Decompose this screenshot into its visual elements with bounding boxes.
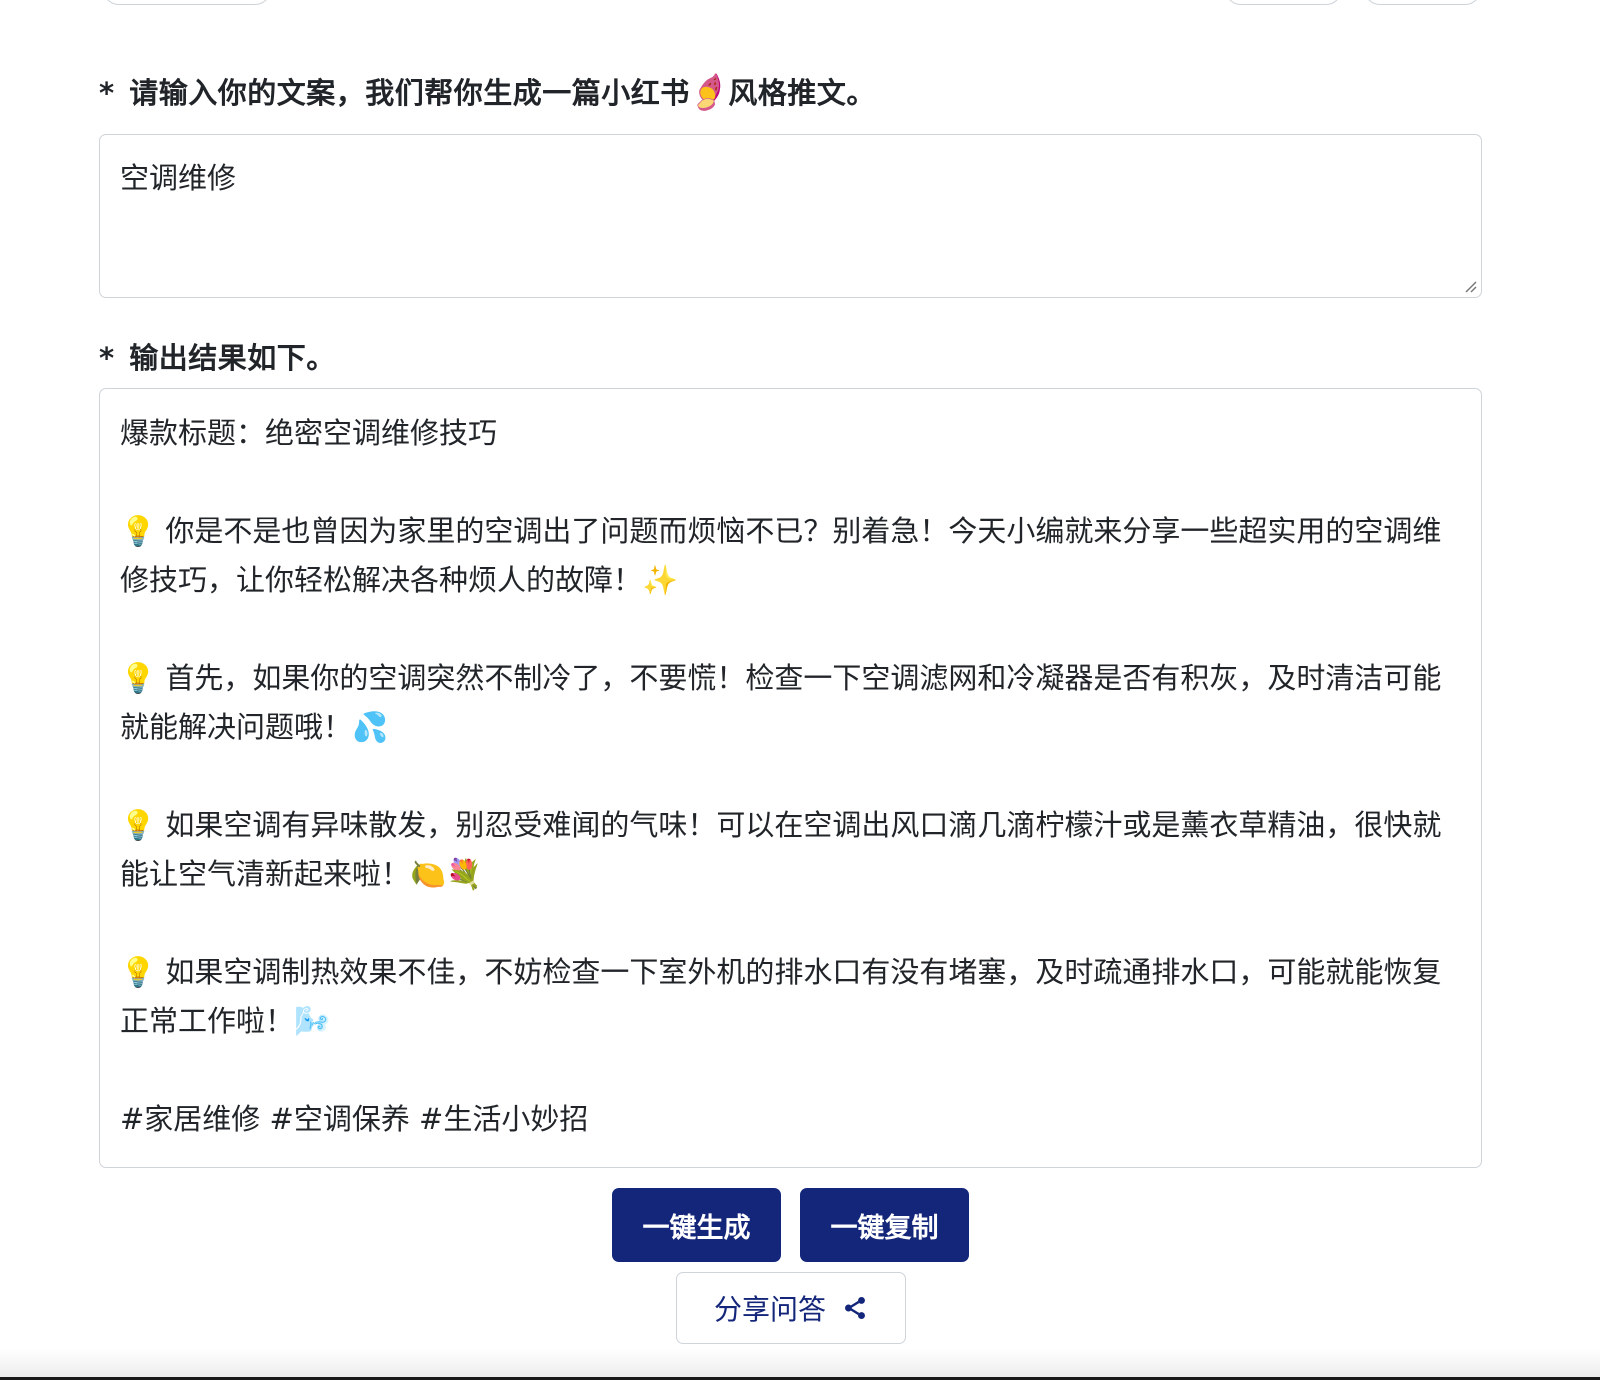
output-field-label: * 输出结果如下。 xyxy=(99,335,336,377)
output-paragraph: 💡 如果空调制热效果不佳，不妨检查一下室外机的排水口有没有堵塞，及时疏通排水口，… xyxy=(120,955,1442,1038)
output-paragraph: 💡 首先，如果你的空调突然不制冷了，不要慌！检查一下空调滤网和冷凝器是否有积灰，… xyxy=(120,661,1442,744)
page: * 请输入你的文案，我们帮你生成一篇小红书🍠风格推文。 空调维修 * 输出结果如… xyxy=(0,0,1600,1380)
required-star: * xyxy=(99,341,115,375)
top-middle-pill-button[interactable] xyxy=(1225,0,1342,5)
resize-handle-icon[interactable] xyxy=(1463,279,1477,293)
output-tags-line: #家居维修 #空调保养 #生活小妙招 xyxy=(120,1102,589,1136)
sweet-potato-emoji-icon: 🍠 xyxy=(685,70,732,116)
output-paragraph: 💡 你是不是也曾因为家里的空调出了问题而烦恼不已？别着急！今天小编就来分享一些超… xyxy=(120,514,1442,597)
input-value: 空调维修 xyxy=(120,161,237,195)
required-star: * xyxy=(99,76,115,110)
copy-input-textarea[interactable]: 空调维修 xyxy=(99,134,1482,298)
result-output-textarea[interactable]: 爆款标题：绝密空调维修技巧 💡 你是不是也曾因为家里的空调出了问题而烦恼不已？别… xyxy=(99,388,1482,1168)
output-label-text: 输出结果如下。 xyxy=(129,341,336,375)
share-qa-button[interactable]: 分享问答 xyxy=(676,1272,906,1344)
output-title-line: 爆款标题：绝密空调维修技巧 xyxy=(120,416,498,450)
top-left-pill-button[interactable] xyxy=(103,0,271,5)
top-right-pill-button[interactable] xyxy=(1364,0,1481,5)
input-field-label: * 请输入你的文案，我们帮你生成一篇小红书🍠风格推文。 xyxy=(99,70,876,115)
share-button-label: 分享问答 xyxy=(713,1293,826,1326)
input-label-text-after: 风格推文。 xyxy=(728,76,876,110)
input-label-text-before: 请输入你的文案，我们帮你生成一篇小红书 xyxy=(129,76,690,110)
share-icon xyxy=(845,1296,865,1320)
generate-button[interactable]: 一键生成 xyxy=(612,1188,781,1262)
bottom-edge-shadow xyxy=(0,1348,1600,1380)
output-paragraph: 💡 如果空调有异味散发，别忍受难闻的气味！可以在空调出风口滴几滴柠檬汁或是薰衣草… xyxy=(120,808,1442,891)
copy-button[interactable]: 一键复制 xyxy=(800,1188,969,1262)
